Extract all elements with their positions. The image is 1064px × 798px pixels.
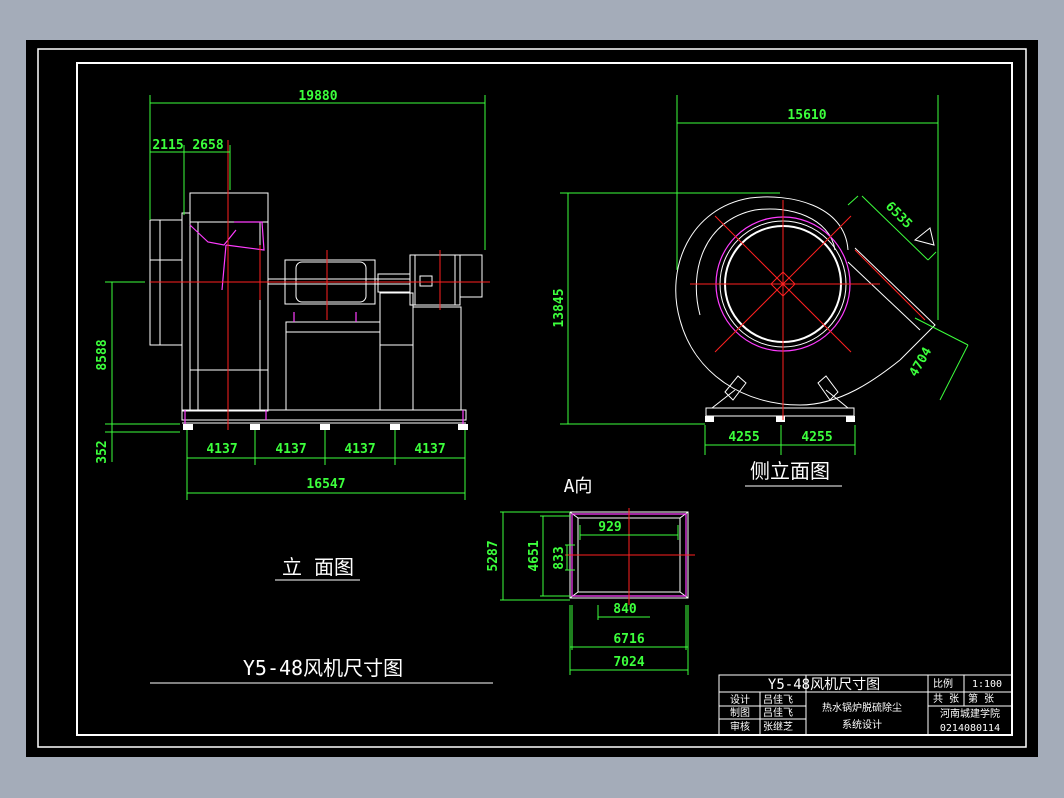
name-draft: 吕佳飞 xyxy=(763,706,793,719)
sheet-number: 第 张 xyxy=(968,692,994,705)
dim-a-height-outer: 5287 xyxy=(486,540,501,571)
dim-side-width: 15610 xyxy=(787,108,826,123)
cad-drawing-canvas: 19880 2115 2658 8588 352 4137 4137 4137 … xyxy=(26,40,1038,757)
dim-a-inner-width: 929 xyxy=(598,520,621,535)
dim-a-height-small: 833 xyxy=(552,546,567,569)
name-review: 张继芝 xyxy=(763,720,793,733)
scale-label: 比例 xyxy=(933,677,953,690)
project-line-2: 系统设计 xyxy=(842,718,882,731)
dim-bay-4: 4137 xyxy=(414,442,445,457)
dim-foot-right: 4255 xyxy=(801,430,832,445)
dim-left-a: 2115 xyxy=(152,138,183,153)
dim-a-width-mid: 6716 xyxy=(613,632,644,647)
dim-bay-2: 4137 xyxy=(275,442,306,457)
name-design: 吕佳飞 xyxy=(763,693,793,706)
role-design: 设计 xyxy=(730,693,750,706)
drawing-code: 0214080114 xyxy=(940,723,1000,734)
scale-value: 1:100 xyxy=(972,679,1002,690)
view-a-label: A向 xyxy=(564,476,593,497)
side-view-label: 侧立面图 xyxy=(750,459,830,483)
project-line-1: 热水锅炉脱硫除尘 xyxy=(822,701,902,714)
dim-overall-bottom: 16547 xyxy=(306,477,345,492)
dim-a-width-outer: 7024 xyxy=(613,655,644,670)
dim-bay-1: 4137 xyxy=(206,442,237,457)
dim-left-b: 2658 xyxy=(192,138,223,153)
dim-height-main: 8588 xyxy=(95,339,110,370)
dim-height-base: 352 xyxy=(95,440,110,463)
role-draft: 制图 xyxy=(730,706,750,719)
title-block-title: Y5-48风机尺寸图 xyxy=(768,677,880,693)
elevation-view-label: 立 面图 xyxy=(282,555,354,579)
dim-foot-left: 4255 xyxy=(728,430,759,445)
dim-side-height: 13845 xyxy=(552,288,567,327)
dim-overall-top: 19880 xyxy=(298,89,337,104)
dim-a-segment: 840 xyxy=(613,602,637,617)
dim-bay-3: 4137 xyxy=(344,442,375,457)
school-name: 河南城建学院 xyxy=(940,707,1000,720)
role-review: 审核 xyxy=(730,720,750,733)
sheets-total: 共 张 xyxy=(933,693,959,705)
drawing-title: Y5-48风机尺寸图 xyxy=(243,656,403,680)
dim-a-height-mid: 4651 xyxy=(527,540,542,571)
